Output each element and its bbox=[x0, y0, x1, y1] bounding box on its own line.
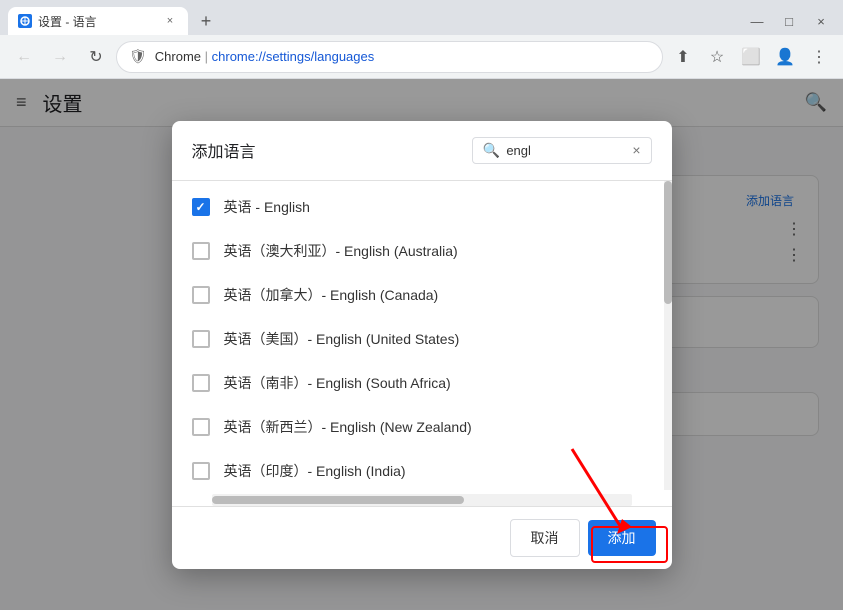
lang-name: 英语（南非）- English (South Africa) bbox=[224, 373, 451, 393]
active-tab[interactable]: 设置 - 语言 × bbox=[8, 7, 188, 35]
dialog-search-box[interactable]: 🔍 × bbox=[472, 137, 652, 164]
language-list: 英语 - English 英语（澳大利亚）- English (Australia… bbox=[172, 180, 672, 490]
lang-item[interactable]: 英语（澳大利亚）- English (Australia) bbox=[172, 229, 672, 273]
lang-item[interactable]: 英语（南非）- English (South Africa) bbox=[172, 361, 672, 405]
lang-checkbox[interactable] bbox=[192, 242, 210, 260]
dialog-search-input[interactable] bbox=[506, 143, 626, 158]
lang-item[interactable]: 英语（印度）- English (India) bbox=[172, 449, 672, 490]
lang-name: 英语（新西兰）- English (New Zealand) bbox=[224, 417, 472, 437]
new-tab-button[interactable]: + bbox=[192, 7, 220, 35]
lang-name: 英语（美国）- English (United States) bbox=[224, 329, 460, 349]
refresh-button[interactable]: ↻ bbox=[80, 41, 112, 73]
dialog-search-icon: 🔍 bbox=[483, 142, 500, 159]
h-scrollbar-thumb bbox=[212, 496, 464, 504]
bookmark-button[interactable]: ☆ bbox=[701, 41, 733, 73]
url-text: Chrome | chrome://settings/languages bbox=[155, 49, 650, 64]
address-bar[interactable]: 🛡 Chrome | chrome://settings/languages bbox=[116, 41, 663, 73]
menu-button[interactable]: ⋮ bbox=[803, 41, 835, 73]
dialog-footer: 取消 添加 bbox=[172, 506, 672, 569]
h-scrollbar bbox=[212, 494, 632, 506]
dialog-header: 添加语言 🔍 × bbox=[172, 121, 672, 172]
maximize-button[interactable]: □ bbox=[775, 11, 803, 31]
toolbar-actions: ⬆ ☆ ⬜ 👤 ⋮ bbox=[667, 41, 835, 73]
modal-overlay: 添加语言 🔍 × 英语 - English 英语（澳大利亚）- English (… bbox=[0, 79, 843, 610]
cancel-button[interactable]: 取消 bbox=[510, 519, 580, 557]
window-controls: — □ × bbox=[743, 11, 835, 35]
lang-item[interactable]: 英语（美国）- English (United States) bbox=[172, 317, 672, 361]
h-scrollbar-container bbox=[172, 490, 672, 506]
scrollbar-track bbox=[664, 181, 672, 490]
close-button[interactable]: × bbox=[807, 11, 835, 31]
lang-checkbox[interactable] bbox=[192, 198, 210, 216]
lang-name: 英语（印度）- English (India) bbox=[224, 461, 406, 481]
forward-button[interactable]: → bbox=[44, 41, 76, 73]
add-language-dialog: 添加语言 🔍 × 英语 - English 英语（澳大利亚）- English (… bbox=[172, 121, 672, 569]
dialog-search-clear-icon[interactable]: × bbox=[632, 142, 640, 158]
add-button[interactable]: 添加 bbox=[588, 520, 656, 556]
tab-favicon bbox=[18, 14, 32, 28]
lang-checkbox[interactable] bbox=[192, 462, 210, 480]
profile-button[interactable]: 👤 bbox=[769, 41, 801, 73]
security-icon: 🛡 bbox=[129, 48, 147, 65]
lang-checkbox[interactable] bbox=[192, 286, 210, 304]
lang-checkbox[interactable] bbox=[192, 374, 210, 392]
tab-title: 设置 - 语言 bbox=[38, 13, 156, 30]
lang-item[interactable]: 英语（加拿大）- English (Canada) bbox=[172, 273, 672, 317]
dialog-title: 添加语言 bbox=[192, 138, 256, 162]
browser-window: 设置 - 语言 × + — □ × ← → ↻ 🛡 Chrome | chrom… bbox=[0, 0, 843, 610]
title-bar: 设置 - 语言 × + — □ × bbox=[0, 0, 843, 35]
lang-item[interactable]: 英语（新西兰）- English (New Zealand) bbox=[172, 405, 672, 449]
lang-item[interactable]: 英语 - English bbox=[172, 185, 672, 229]
scrollbar-thumb bbox=[664, 181, 672, 305]
sidebar-button[interactable]: ⬜ bbox=[735, 41, 767, 73]
share-button[interactable]: ⬆ bbox=[667, 41, 699, 73]
lang-checkbox[interactable] bbox=[192, 330, 210, 348]
lang-name: 英语 - English bbox=[224, 197, 310, 217]
lang-name: 英语（加拿大）- English (Canada) bbox=[224, 285, 439, 305]
tab-close-button[interactable]: × bbox=[162, 13, 178, 29]
toolbar: ← → ↻ 🛡 Chrome | chrome://settings/langu… bbox=[0, 35, 843, 79]
minimize-button[interactable]: — bbox=[743, 11, 771, 31]
lang-checkbox[interactable] bbox=[192, 418, 210, 436]
lang-name: 英语（澳大利亚）- English (Australia) bbox=[224, 241, 458, 261]
page-content: ≡ 设置 🔍 首选语言 网站会尽可... 添加语言 1. bbox=[0, 79, 843, 610]
back-button[interactable]: ← bbox=[8, 41, 40, 73]
